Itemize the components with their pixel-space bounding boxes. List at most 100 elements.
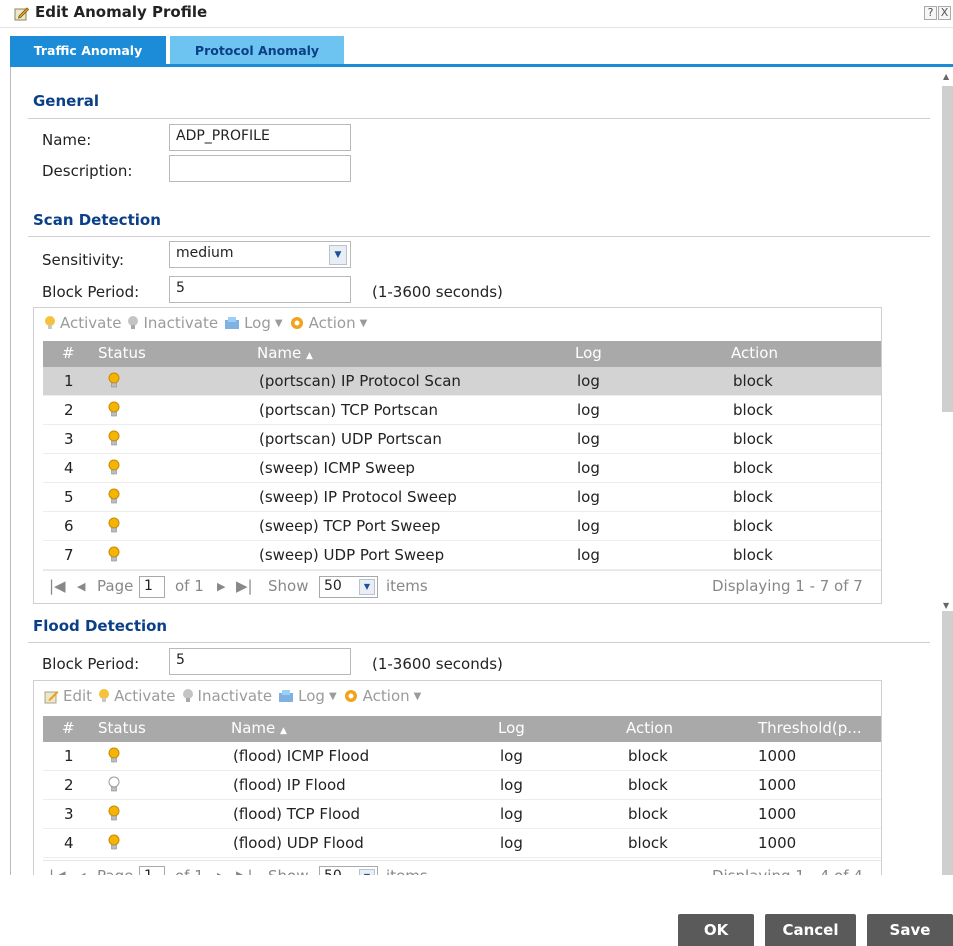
cell-num: 1 (64, 747, 74, 765)
next-page-icon[interactable]: ▶ (217, 580, 225, 593)
ok-button[interactable]: OK (678, 914, 754, 946)
cell-log: log (577, 517, 600, 535)
cell-action: block (733, 546, 773, 564)
action-label: Action (308, 314, 356, 332)
edit-button[interactable]: Edit (44, 687, 92, 705)
bulb-on-icon (108, 834, 120, 855)
activate-label: Activate (60, 314, 122, 332)
flood-block-period-hint: (1-3600 seconds) (372, 655, 503, 673)
edit-label: Edit (63, 687, 93, 705)
column-action[interactable]: Action (626, 719, 673, 737)
table-row[interactable]: 4 (flood) UDP Flood log block 1000 (43, 829, 881, 858)
table-row[interactable]: 3 (flood) TCP Flood log block 1000 (43, 800, 881, 829)
column-num[interactable]: # (62, 344, 75, 362)
cell-num: 5 (64, 488, 74, 506)
inactivate-label: Inactivate (143, 314, 219, 332)
bulb-on-icon (108, 805, 120, 826)
column-action[interactable]: Action (731, 344, 778, 362)
scroll-down-icon[interactable]: ▼ (943, 601, 949, 610)
bulb-on-icon (45, 316, 55, 329)
cell-num: 3 (64, 430, 74, 448)
column-name[interactable]: Name ▲ (231, 719, 287, 737)
activate-button[interactable]: Activate (44, 314, 121, 332)
scan-grid-header: # Status Name ▲ Log Action (43, 341, 881, 367)
inactivate-label: Inactivate (197, 687, 273, 705)
cell-action: block (628, 834, 668, 852)
cell-log: log (577, 459, 600, 477)
chevron-down-icon[interactable]: ▼ (359, 579, 375, 595)
description-label: Description: (42, 162, 133, 180)
table-row[interactable]: 4 (sweep) ICMP Sweep log block (43, 454, 881, 483)
first-page-icon[interactable]: |◀ (49, 577, 66, 595)
log-label: Log (244, 314, 271, 332)
bulb-off-icon (182, 689, 193, 702)
sensitivity-label: Sensitivity: (42, 251, 125, 269)
action-menu[interactable]: Action ▼ (289, 314, 368, 332)
column-name[interactable]: Name ▲ (257, 344, 313, 362)
help-button[interactable]: ? (924, 6, 937, 20)
save-button[interactable]: Save (867, 914, 953, 946)
page-size-select[interactable]: 50 ▼ (319, 576, 378, 598)
log-menu[interactable]: Log ▼ (224, 314, 283, 332)
bulb-on-icon (108, 459, 120, 480)
sensitivity-value: medium (176, 245, 234, 261)
last-page-icon[interactable]: ▶| (236, 577, 253, 595)
cell-threshold: 1000 (758, 747, 797, 765)
log-icon (279, 690, 294, 702)
tab-traffic-anomaly[interactable]: Traffic Anomaly (10, 36, 166, 66)
action-menu[interactable]: Action ▼ (343, 687, 421, 705)
cell-num: 7 (64, 546, 74, 564)
cell-name: (flood) IP Flood (233, 776, 346, 794)
cell-name: (sweep) TCP Port Sweep (259, 517, 441, 535)
flood-block-period-label: Block Period: (42, 655, 140, 673)
scrollbar-thumb-lower[interactable] (942, 611, 953, 875)
table-row[interactable]: 1 (portscan) IP Protocol Scan log block (43, 367, 881, 396)
close-button[interactable]: X (938, 6, 951, 20)
cancel-button[interactable]: Cancel (765, 914, 856, 946)
dropdown-arrow-icon: ▼ (359, 317, 368, 329)
column-log[interactable]: Log (498, 719, 525, 737)
sensitivity-select[interactable]: medium ▼ (169, 241, 351, 268)
table-row[interactable]: 7 (sweep) UDP Port Sweep log block (43, 541, 881, 570)
column-num[interactable]: # (62, 719, 75, 737)
scan-block-period-input[interactable]: 5 (169, 276, 351, 303)
column-status[interactable]: Status (98, 719, 146, 737)
cell-num: 3 (64, 805, 74, 823)
cell-log: log (500, 834, 523, 852)
scrollbar-thumb-upper[interactable] (942, 86, 953, 412)
flood-block-period-input[interactable]: 5 (169, 648, 351, 675)
tab-protocol-anomaly[interactable]: Protocol Anomaly (170, 36, 344, 66)
cell-name: (flood) UDP Flood (233, 834, 364, 852)
scroll-up-icon[interactable]: ▲ (943, 72, 949, 81)
cell-action: block (628, 805, 668, 823)
cell-num: 1 (64, 372, 74, 390)
cell-threshold: 1000 (758, 805, 797, 823)
inactivate-button[interactable]: Inactivate (127, 314, 218, 332)
inactivate-button[interactable]: Inactivate (182, 687, 273, 705)
prev-page-icon[interactable]: ◀ (77, 580, 85, 593)
cell-action: block (733, 401, 773, 419)
log-menu[interactable]: Log ▼ (278, 687, 337, 705)
table-row[interactable]: 3 (portscan) UDP Portscan log block (43, 425, 881, 454)
activate-button[interactable]: Activate (98, 687, 176, 705)
cell-name: (portscan) UDP Portscan (259, 430, 442, 448)
column-name-label: Name (231, 719, 276, 737)
flood-detection-heading: Flood Detection (33, 617, 168, 635)
chevron-down-icon[interactable]: ▼ (329, 245, 347, 265)
column-threshold[interactable]: Threshold(p... (758, 719, 862, 737)
table-row[interactable]: 2 (portscan) TCP Portscan log block (43, 396, 881, 425)
table-row[interactable]: 1 (flood) ICMP Flood log block 1000 (43, 742, 881, 771)
description-input[interactable] (169, 155, 351, 182)
dropdown-arrow-icon: ▼ (328, 690, 337, 702)
table-row[interactable]: 5 (sweep) IP Protocol Sweep log block (43, 483, 881, 512)
column-status[interactable]: Status (98, 344, 146, 362)
page-number-input[interactable]: 1 (139, 576, 165, 598)
cell-action: block (733, 459, 773, 477)
name-input[interactable]: ADP_PROFILE (169, 124, 351, 151)
sort-ascending-icon: ▲ (306, 351, 313, 361)
bulb-off-icon (128, 316, 139, 329)
table-row[interactable]: 2 (flood) IP Flood log block 1000 (43, 771, 881, 800)
column-log[interactable]: Log (575, 344, 602, 362)
table-row[interactable]: 6 (sweep) TCP Port Sweep log block (43, 512, 881, 541)
show-label: Show (268, 577, 309, 595)
